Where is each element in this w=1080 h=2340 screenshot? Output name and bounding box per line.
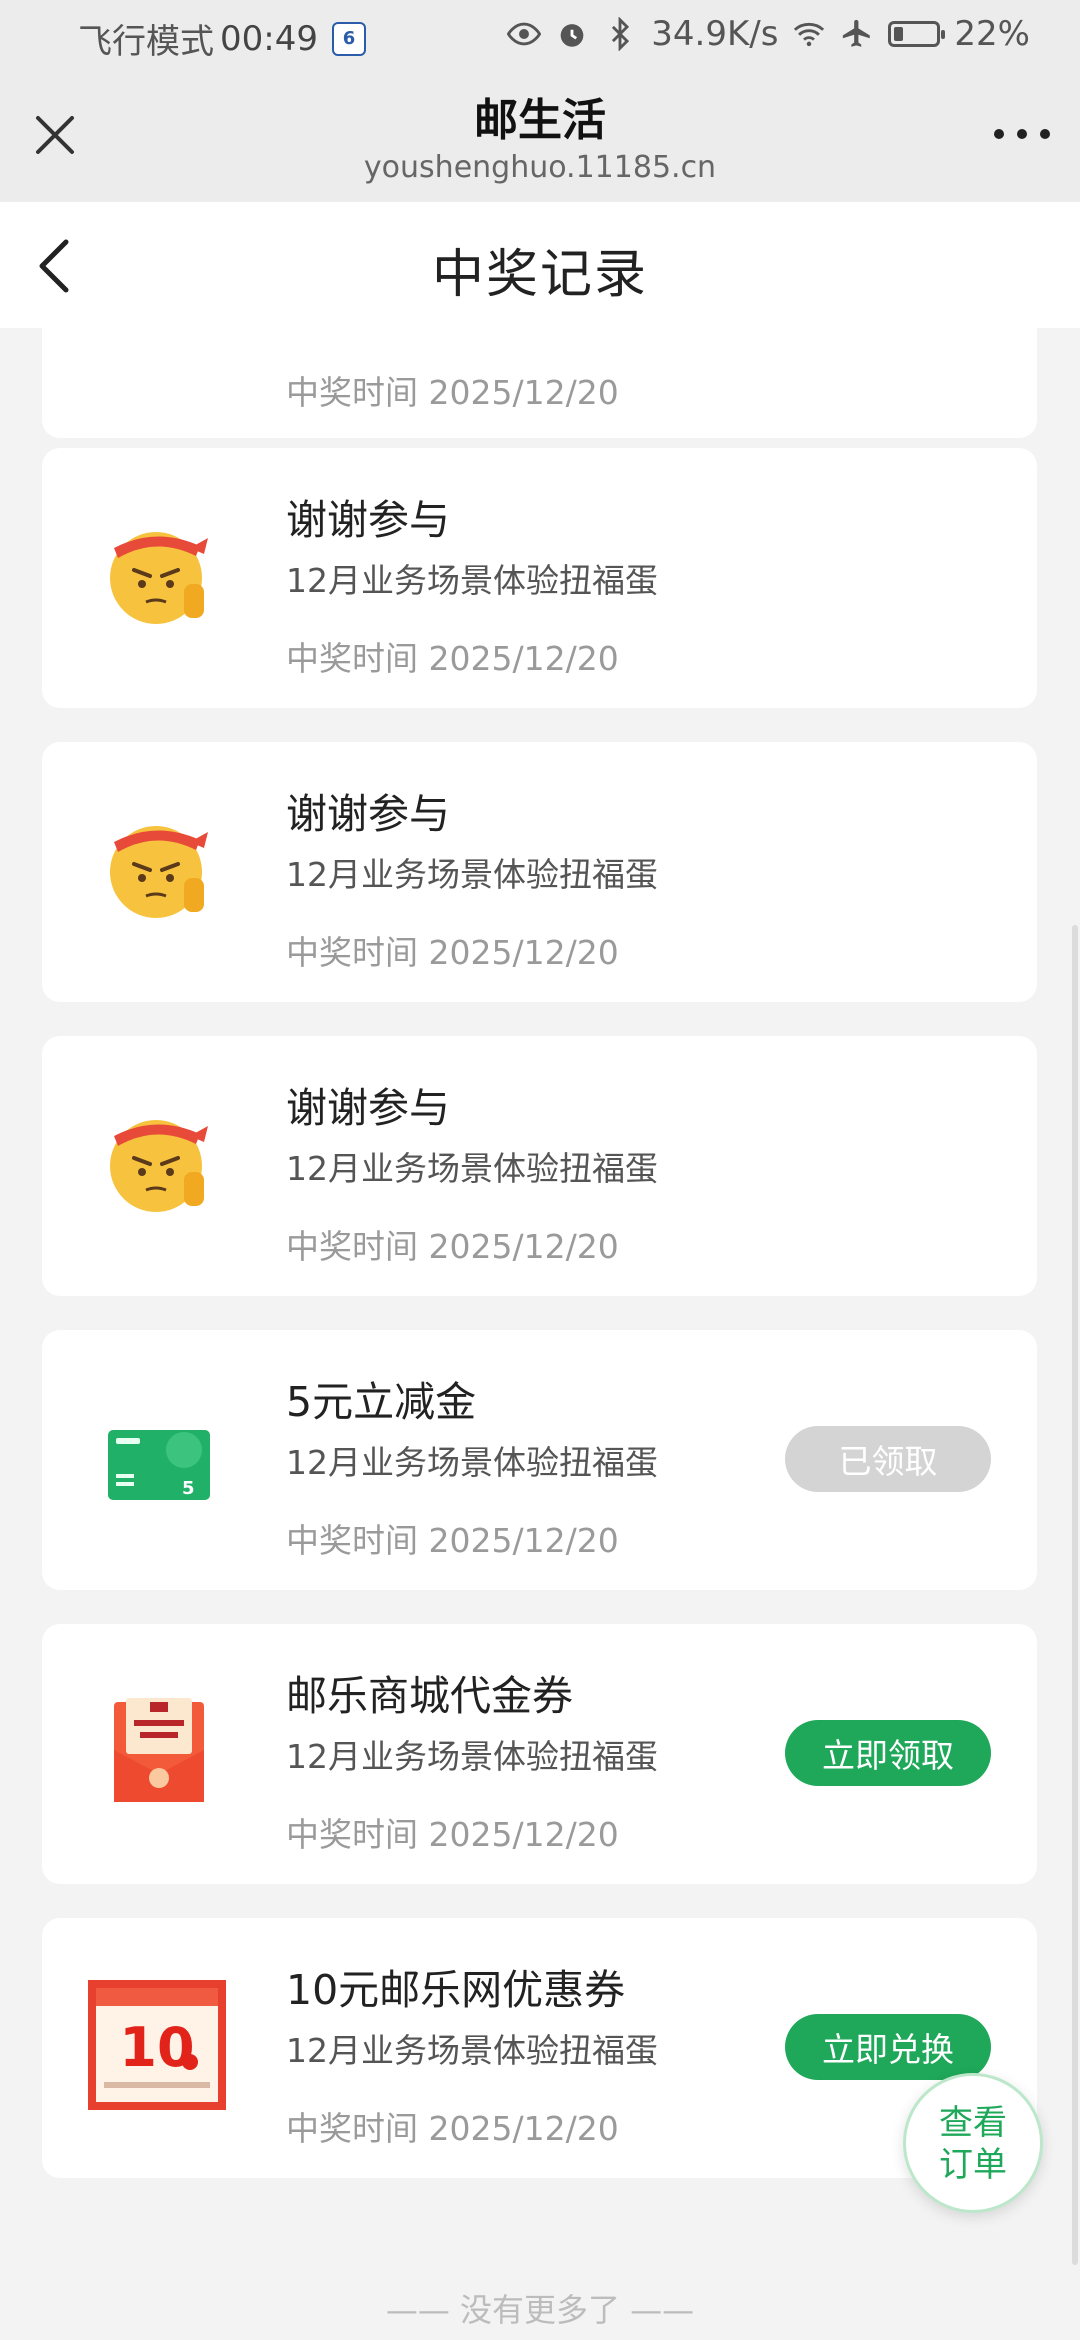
page-title: 中奖记录	[431, 245, 648, 305]
record-activity: 12月业务场景体验扭福蛋	[286, 561, 658, 600]
red-envelope-icon	[114, 1698, 204, 1802]
claim-now-button[interactable]: 立即领取	[785, 1720, 991, 1786]
eye-icon	[507, 22, 542, 46]
browser-title: 邮生活	[474, 95, 606, 146]
record-activity: 12月业务场景体验扭福蛋	[286, 855, 658, 894]
record-activity: 12月业务场景体验扭福蛋	[286, 1149, 658, 1188]
battery-fill	[894, 27, 904, 41]
coupon-10-icon: 10	[88, 1980, 226, 2110]
view-orders-button[interactable]: 查看 订单	[903, 2073, 1043, 2213]
prize-record-list[interactable]: 中奖时间 2025/12/20 谢谢参与 12月业务场景体验扭福蛋 中奖时间 2…	[0, 328, 1080, 2340]
voucher-card-icon: 5	[108, 1430, 210, 1500]
record-time: 中奖时间 2025/12/20	[286, 1521, 619, 1560]
app-notification-icon: 6	[331, 21, 366, 56]
airplane-mode-label: 飞行模式	[78, 22, 214, 62]
clock: 00:49	[220, 18, 318, 59]
wifi-icon	[794, 22, 825, 47]
record-time: 中奖时间 2025/12/20	[286, 639, 619, 678]
thanks-emoji-icon	[110, 532, 208, 624]
record-name: 5元立减金	[286, 1378, 477, 1426]
record-card: 10 10元邮乐网优惠券 12月业务场景体验扭福蛋 中奖时间 2025/12/2…	[42, 1918, 1037, 2178]
claimed-button[interactable]: 已领取	[785, 1426, 991, 1492]
record-name: 谢谢参与	[286, 1084, 450, 1132]
thanks-emoji-icon	[110, 826, 208, 918]
record-activity: 12月业务场景体验扭福蛋	[286, 2031, 658, 2070]
record-card: 谢谢参与 12月业务场景体验扭福蛋 中奖时间 2025/12/20	[42, 448, 1037, 708]
record-time: 中奖时间 2025/12/20	[286, 1815, 619, 1854]
network-speed: 34.9K/s	[651, 14, 779, 54]
record-time: 中奖时间 2025/12/20	[286, 1227, 619, 1266]
record-time: 中奖时间 2025/12/20	[286, 2109, 619, 2148]
record-name: 10元邮乐网优惠券	[286, 1966, 626, 2014]
record-card: 中奖时间 2025/12/20	[42, 328, 1037, 438]
svg-text:10: 10	[119, 2016, 194, 2079]
record-activity: 12月业务场景体验扭福蛋	[286, 1737, 658, 1776]
bluetooth-icon	[612, 17, 630, 51]
record-time: 中奖时间 2025/12/20	[286, 933, 619, 972]
thanks-emoji-icon	[110, 1120, 208, 1212]
record-time: 中奖时间 2025/12/20	[286, 373, 619, 412]
alarm-icon	[560, 24, 584, 47]
record-activity: 12月业务场景体验扭福蛋	[286, 1443, 658, 1482]
record-card: 邮乐商城代金券 12月业务场景体验扭福蛋 中奖时间 2025/12/20 立即领…	[42, 1624, 1037, 1884]
airplane-icon	[843, 19, 871, 47]
svg-text:5: 5	[182, 1478, 195, 1499]
status-right: 34.9K/s 22%	[507, 14, 1030, 54]
record-card: 谢谢参与 12月业务场景体验扭福蛋 中奖时间 2025/12/20	[42, 1036, 1037, 1296]
no-more-text: —— 没有更多了 ——	[385, 2291, 695, 2329]
record-name: 邮乐商城代金券	[286, 1672, 573, 1720]
more-icon[interactable]	[994, 122, 1050, 146]
scrollbar[interactable]	[1072, 925, 1078, 2265]
browser-url: youshenghuo.11185.cn	[363, 150, 717, 185]
record-name: 谢谢参与	[286, 790, 450, 838]
battery-percent: 22%	[954, 14, 1030, 54]
record-card: 5 5元立减金 12月业务场景体验扭福蛋 中奖时间 2025/12/20 已领取	[42, 1330, 1037, 1590]
battery-icon	[888, 21, 946, 47]
browser-title-bar: 邮生活 youshenghuo.11185.cn	[0, 72, 1080, 202]
status-bar: 飞行模式 00:49 6 34.9K/s 22%	[0, 0, 1080, 72]
record-card: 谢谢参与 12月业务场景体验扭福蛋 中奖时间 2025/12/20	[42, 742, 1037, 1002]
view-orders-label-line2: 订单	[939, 2145, 1007, 2185]
record-name: 谢谢参与	[286, 496, 450, 544]
status-left: 飞行模式 00:49 6	[78, 14, 366, 63]
page-header: 中奖记录	[0, 202, 1080, 328]
view-orders-label-line1: 查看	[939, 2103, 1007, 2143]
redeem-now-button[interactable]: 立即兑换	[785, 2014, 991, 2080]
